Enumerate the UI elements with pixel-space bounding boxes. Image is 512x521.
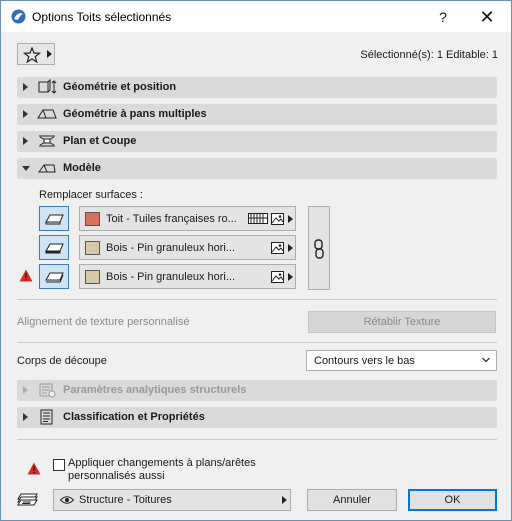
selection-info: Sélectionné(s): 1 Editable: 1	[360, 49, 498, 61]
roof-bottom-surface-icon	[45, 272, 64, 283]
warning-icon	[19, 269, 33, 282]
material-dropdown-arrow-icon	[288, 215, 293, 223]
favorites-button[interactable]	[17, 43, 55, 65]
cancel-button[interactable]: Annuler	[307, 489, 397, 511]
material-dropdown-arrow-icon	[288, 273, 293, 281]
link-surfaces-button[interactable]	[308, 206, 330, 290]
texture-picture-icon	[271, 242, 284, 254]
multiplane-roof-icon	[37, 109, 57, 119]
divider	[17, 342, 497, 343]
layer-label: Structure - Toitures	[79, 494, 172, 506]
warning-icon	[27, 462, 41, 475]
section-classification-properties[interactable]: Classification et Propriétés	[17, 407, 497, 428]
material-dropdown-arrow-icon	[288, 244, 293, 252]
texture-alignment-label: Alignement de texture personnalisé	[17, 316, 190, 328]
expand-arrow-icon	[23, 83, 28, 91]
close-button[interactable]: ✕	[472, 6, 502, 28]
top-surface-toggle[interactable]	[39, 206, 69, 231]
cut-body-select[interactable]: Contours vers le bas	[306, 350, 497, 371]
surface-material-top[interactable]: Toit - Tuiles françaises ro...	[79, 206, 296, 231]
section-multiplane-geometry[interactable]: Géométrie à pans multiples	[17, 104, 497, 125]
favorites-arrow-icon	[47, 50, 52, 58]
section-model[interactable]: Modèle	[17, 158, 497, 179]
structural-analytics-icon	[39, 383, 56, 398]
material-swatch	[85, 212, 100, 226]
material-label: Bois - Pin granuleux hori...	[106, 271, 236, 283]
geometry-position-icon	[38, 79, 57, 94]
section-label: Géométrie à pans multiples	[63, 108, 207, 120]
surface-material-bottom[interactable]: Bois - Pin granuleux hori...	[79, 264, 296, 289]
bottom-surface-toggle[interactable]	[39, 264, 69, 289]
apply-changes-checkbox[interactable]	[53, 459, 65, 471]
apply-changes-label: Appliquer changements à plans/arêtes per…	[68, 457, 256, 482]
collapse-arrow-icon	[22, 166, 30, 171]
model-icon	[38, 164, 56, 173]
eye-icon	[60, 496, 74, 504]
expand-arrow-icon	[23, 386, 28, 394]
material-label: Bois - Pin granuleux hori...	[106, 242, 236, 254]
app-logo-icon	[11, 9, 26, 24]
material-swatch	[85, 241, 100, 255]
layers-icon	[17, 493, 38, 506]
star-icon	[23, 47, 41, 63]
roof-top-surface-icon	[45, 214, 64, 225]
reset-texture-button[interactable]: Rétablir Texture	[308, 311, 496, 333]
dialog-content: Sélectionné(s): 1 Editable: 1 Géométrie …	[1, 32, 511, 520]
title-bar: Options Toits sélectionnés ? ✕	[1, 1, 511, 32]
section-structural-analytics: Paramètres analytiques structurels	[17, 380, 497, 401]
section-label: Classification et Propriétés	[63, 411, 205, 423]
expand-arrow-icon	[23, 413, 28, 421]
classification-icon	[40, 409, 53, 425]
section-plan-section[interactable]: Plan et Coupe	[17, 131, 497, 152]
layer-dropdown-arrow-icon	[282, 496, 287, 504]
divider	[17, 439, 497, 440]
material-label: Toit - Tuiles françaises ro...	[106, 213, 237, 225]
section-geometry-position[interactable]: Géométrie et position	[17, 77, 497, 98]
divider	[17, 299, 497, 300]
layer-selector[interactable]: Structure - Toitures	[53, 489, 291, 511]
section-label: Paramètres analytiques structurels	[63, 384, 247, 396]
ok-button[interactable]: OK	[408, 489, 497, 511]
dialog-window: Options Toits sélectionnés ? ✕ Sélection…	[0, 0, 512, 521]
chain-link-icon	[314, 239, 324, 259]
override-surfaces-label: Remplacer surfaces :	[39, 189, 143, 201]
edge-surface-toggle[interactable]	[39, 235, 69, 260]
help-button[interactable]: ?	[428, 6, 458, 28]
cut-body-value: Contours vers le bas	[314, 355, 415, 367]
section-label: Modèle	[63, 162, 101, 174]
cut-body-label: Corps de découpe	[17, 355, 107, 367]
surface-material-edge[interactable]: Bois - Pin granuleux hori...	[79, 235, 296, 260]
texture-picture-icon	[271, 271, 284, 283]
material-swatch	[85, 270, 100, 284]
roof-edge-surface-icon	[45, 243, 64, 254]
texture-picture-icon	[271, 213, 284, 225]
expand-arrow-icon	[23, 137, 28, 145]
expand-arrow-icon	[23, 110, 28, 118]
plan-section-icon	[39, 135, 55, 147]
section-label: Géométrie et position	[63, 81, 177, 93]
window-title: Options Toits sélectionnés	[32, 10, 172, 24]
section-label: Plan et Coupe	[63, 135, 137, 147]
hatch-pattern-icon	[248, 213, 268, 224]
chevron-down-icon	[482, 357, 490, 363]
